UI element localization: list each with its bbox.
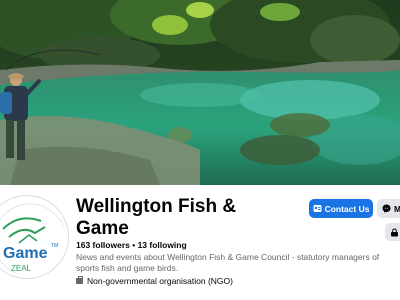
message-button[interactable]: M [377,199,400,218]
contact-card-icon [313,205,322,212]
page-stats: 163 followers • 13 following [76,240,187,250]
page-description: News and events about Wellington Fish & … [76,252,380,273]
followers-link[interactable]: 163 followers [76,240,130,250]
page-title: Wellington Fish & Game [76,196,237,239]
stats-separator: • [129,240,138,250]
messenger-icon [382,204,391,213]
logo-text: Game [3,245,48,262]
logo-tm: TM [51,243,58,249]
more-options-button[interactable] [385,223,400,241]
page-category: Non-governmental organisation (NGO) [76,276,233,286]
contact-us-button[interactable]: Contact Us [309,199,373,218]
profile-picture[interactable]: Game TM ZEAL [0,196,68,278]
following-link[interactable]: 13 following [138,240,187,250]
briefcase-icon [76,276,83,284]
category-label: Non-governmental organisation (NGO) [87,276,233,286]
message-label: M [394,203,400,214]
lock-icon [391,228,398,236]
logo-sub: ZEAL [11,264,32,273]
cover-photo[interactable] [0,0,400,185]
contact-us-label: Contact Us [324,203,370,214]
